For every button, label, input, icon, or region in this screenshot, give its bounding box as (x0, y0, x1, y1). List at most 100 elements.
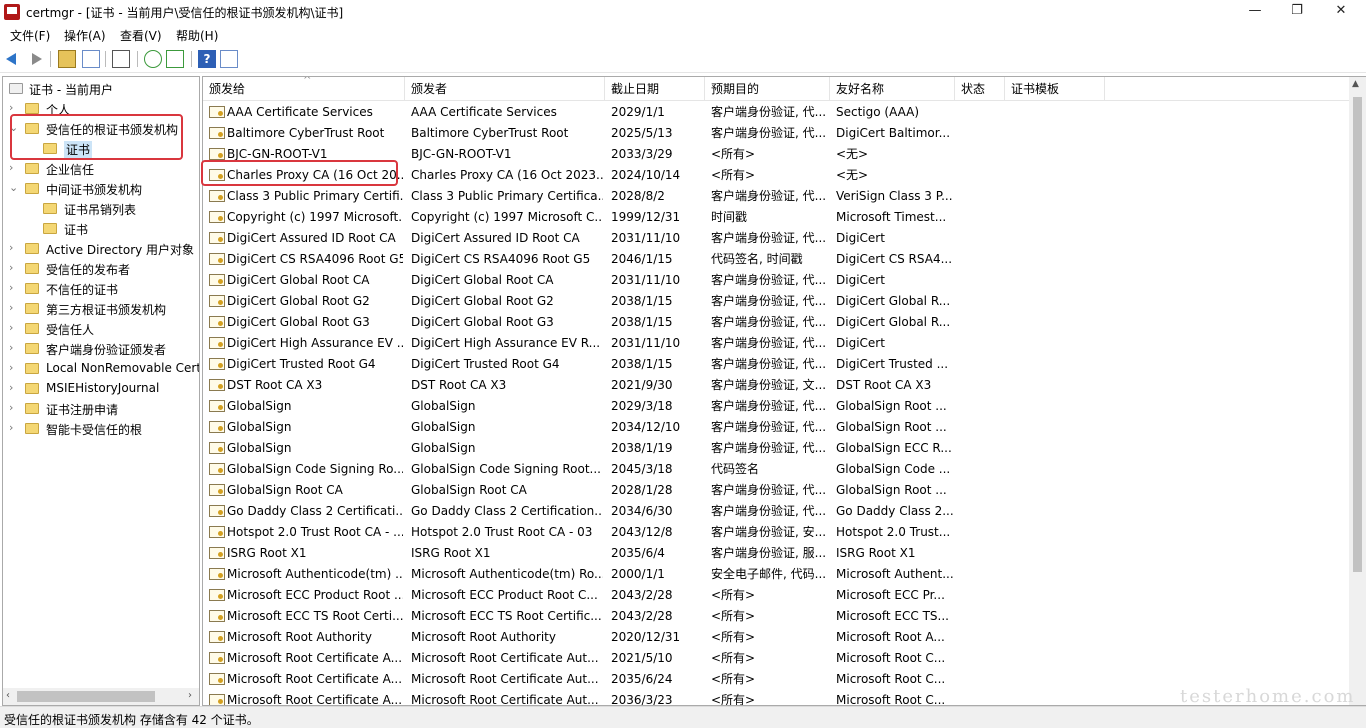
chevron-right-icon[interactable]: › (9, 381, 19, 394)
scroll-thumb[interactable] (1353, 97, 1362, 572)
chevron-right-icon[interactable]: › (9, 421, 19, 434)
chevron-right-icon[interactable]: › (9, 261, 19, 274)
cell-expiration: 2031/11/10 (611, 336, 681, 350)
certificate-icon (209, 400, 225, 412)
column-intended-purposes[interactable]: 预期目的 (705, 77, 830, 101)
maximize-button[interactable]: ❐ (1274, 0, 1320, 24)
table-row[interactable]: DigiCert Global Root CA DigiCert Global R… (203, 270, 1349, 291)
show-tree-icon[interactable] (82, 50, 100, 68)
chevron-down-icon[interactable]: ⌄ (9, 181, 19, 194)
certificate-icon (209, 421, 225, 433)
table-row[interactable]: Microsoft ECC Product Root ... Microsoft … (203, 585, 1349, 606)
table-row[interactable]: GlobalSign GlobalSign 2029/3/18 客户端身份验证, 代.… (203, 396, 1349, 417)
cell-purposes: 客户端身份验证, 代... (711, 441, 827, 455)
table-row[interactable]: Microsoft ECC TS Root Certi... Microsoft … (203, 606, 1349, 627)
table-row[interactable]: GlobalSign GlobalSign 2038/1/19 客户端身份验证, 代.… (203, 438, 1349, 459)
scroll-up-icon[interactable]: ▲ (1352, 79, 1359, 89)
table-row[interactable]: GlobalSign GlobalSign 2034/12/10 客户端身份验证, 代… (203, 417, 1349, 438)
help-icon[interactable]: ? (198, 50, 216, 68)
column-expiration-date[interactable]: 截止日期 (605, 77, 705, 101)
cell-expiration: 2038/1/15 (611, 294, 673, 308)
column-friendly-name[interactable]: 友好名称 (830, 77, 955, 101)
table-row[interactable]: DigiCert Trusted Root G4 DigiCert Trusted… (203, 354, 1349, 375)
tree-item-label: 证书注册申请 (46, 403, 119, 417)
cell-friendly-name: DigiCert (836, 273, 885, 287)
table-row[interactable]: AAA Certificate Services AAA Certificate … (203, 102, 1349, 123)
scroll-right-icon[interactable]: › (188, 690, 192, 701)
cell-purposes: 客户端身份验证, 代... (711, 420, 827, 434)
table-row[interactable]: DST Root CA X3 DST Root CA X3 2021/9/30 客户端… (203, 375, 1349, 396)
cell-purposes: 客户端身份验证, 代... (711, 231, 827, 245)
tree-horizontal-scrollbar[interactable]: ‹ › (3, 688, 199, 705)
list-vertical-scrollbar[interactable]: ▲ (1349, 77, 1366, 705)
forward-arrow-icon[interactable] (26, 50, 44, 68)
view-icon[interactable] (220, 50, 238, 68)
cell-issued-to: DigiCert Global Root G2 (227, 294, 370, 308)
menu-action[interactable]: 操作(A) (64, 27, 106, 44)
chevron-right-icon[interactable]: › (9, 161, 19, 174)
cell-issued-to: DigiCert Trusted Root G4 (227, 357, 376, 371)
table-row[interactable]: Microsoft Root Authority Microsoft Root A… (203, 627, 1349, 648)
cell-issued-by: GlobalSign Code Signing Root... (411, 462, 601, 476)
cell-issued-by: Charles Proxy CA (16 Oct 2023... (411, 168, 603, 182)
menu-view[interactable]: 查看(V) (120, 27, 162, 44)
certificate-icon (209, 232, 225, 244)
folder-icon (25, 383, 39, 394)
console-tree[interactable]: 证书 - 当前用户 › 个人 ⌄ 受信任的根证书颁发机构 证书 › 企业信任 ⌄ 中间证书颁发机构… (2, 76, 200, 706)
minimize-button[interactable]: — (1232, 0, 1278, 24)
table-row[interactable]: DigiCert Global Root G3 DigiCert Global R… (203, 312, 1349, 333)
back-arrow-icon[interactable] (4, 50, 22, 68)
table-row[interactable]: Go Daddy Class 2 Certificati... Go Daddy … (203, 501, 1349, 522)
menu-file[interactable]: 文件(F) (10, 27, 50, 44)
chevron-right-icon[interactable]: › (9, 341, 19, 354)
chevron-right-icon[interactable]: › (9, 281, 19, 294)
certificate-icon (209, 526, 225, 538)
cell-purposes: 客户端身份验证, 代... (711, 336, 827, 350)
table-row[interactable]: Microsoft Root Certificate A... Microsoft… (203, 690, 1349, 705)
table-row[interactable]: GlobalSign Root CA GlobalSign Root CA 2028… (203, 480, 1349, 501)
cell-issued-by: Microsoft Root Certificate Aut... (411, 651, 599, 665)
close-button[interactable]: ✕ (1318, 0, 1364, 24)
export-list-icon[interactable] (166, 50, 184, 68)
table-row[interactable]: DigiCert CS RSA4096 Root G5 DigiCert CS R… (203, 249, 1349, 270)
up-folder-icon[interactable] (58, 50, 76, 68)
scroll-thumb[interactable] (17, 691, 155, 702)
cell-purposes: 客户端身份验证, 代... (711, 315, 827, 329)
chevron-right-icon[interactable]: › (9, 241, 19, 254)
table-row[interactable]: Class 3 Public Primary Certifi... Class 3… (203, 186, 1349, 207)
cell-issued-by: AAA Certificate Services (411, 105, 557, 119)
cell-issued-by: GlobalSign (411, 399, 476, 413)
table-row[interactable]: Microsoft Root Certificate A... Microsoft… (203, 648, 1349, 669)
menu-help[interactable]: 帮助(H) (176, 27, 218, 44)
column-issued-to[interactable]: 颁发给 ^ (203, 77, 405, 101)
properties-icon[interactable] (112, 50, 130, 68)
table-row[interactable]: Microsoft Root Certificate A... Microsoft… (203, 669, 1349, 690)
column-certificate-template[interactable]: 证书模板 (1005, 77, 1105, 101)
cell-friendly-name: Microsoft ECC Pr... (836, 588, 945, 602)
cell-issued-to: Microsoft ECC TS Root Certi... (227, 609, 403, 623)
table-row[interactable]: ISRG Root X1 ISRG Root X1 2035/6/4 客户端身份验证,… (203, 543, 1349, 564)
chevron-right-icon[interactable]: › (9, 361, 19, 374)
table-row[interactable]: Baltimore CyberTrust Root Baltimore Cyber… (203, 123, 1349, 144)
scroll-left-icon[interactable]: ‹ (6, 690, 10, 701)
table-row[interactable]: Microsoft Authenticode(tm) ... Microsoft … (203, 564, 1349, 585)
certificates-icon (9, 83, 23, 94)
cell-issued-to: ISRG Root X1 (227, 546, 307, 560)
certificate-icon (209, 505, 225, 517)
chevron-right-icon[interactable]: › (9, 301, 19, 314)
table-row[interactable]: Hotspot 2.0 Trust Root CA - ... Hotspot 2… (203, 522, 1349, 543)
cell-purposes: 客户端身份验证, 代... (711, 189, 827, 203)
chevron-right-icon[interactable]: › (9, 101, 19, 114)
column-issued-by[interactable]: 颁发者 (405, 77, 605, 101)
table-row[interactable]: DigiCert High Assurance EV ... DigiCert H… (203, 333, 1349, 354)
certmgr-app-icon[interactable] (4, 4, 20, 20)
cell-friendly-name: Microsoft Timest... (836, 210, 947, 224)
column-status[interactable]: 状态 (955, 77, 1005, 101)
table-row[interactable]: Copyright (c) 1997 Microsoft... Copyright… (203, 207, 1349, 228)
table-row[interactable]: DigiCert Global Root G2 DigiCert Global R… (203, 291, 1349, 312)
chevron-right-icon[interactable]: › (9, 401, 19, 414)
table-row[interactable]: DigiCert Assured ID Root CA DigiCert Assu… (203, 228, 1349, 249)
refresh-icon[interactable] (144, 50, 162, 68)
chevron-right-icon[interactable]: › (9, 321, 19, 334)
table-row[interactable]: GlobalSign Code Signing Ro... GlobalSign … (203, 459, 1349, 480)
